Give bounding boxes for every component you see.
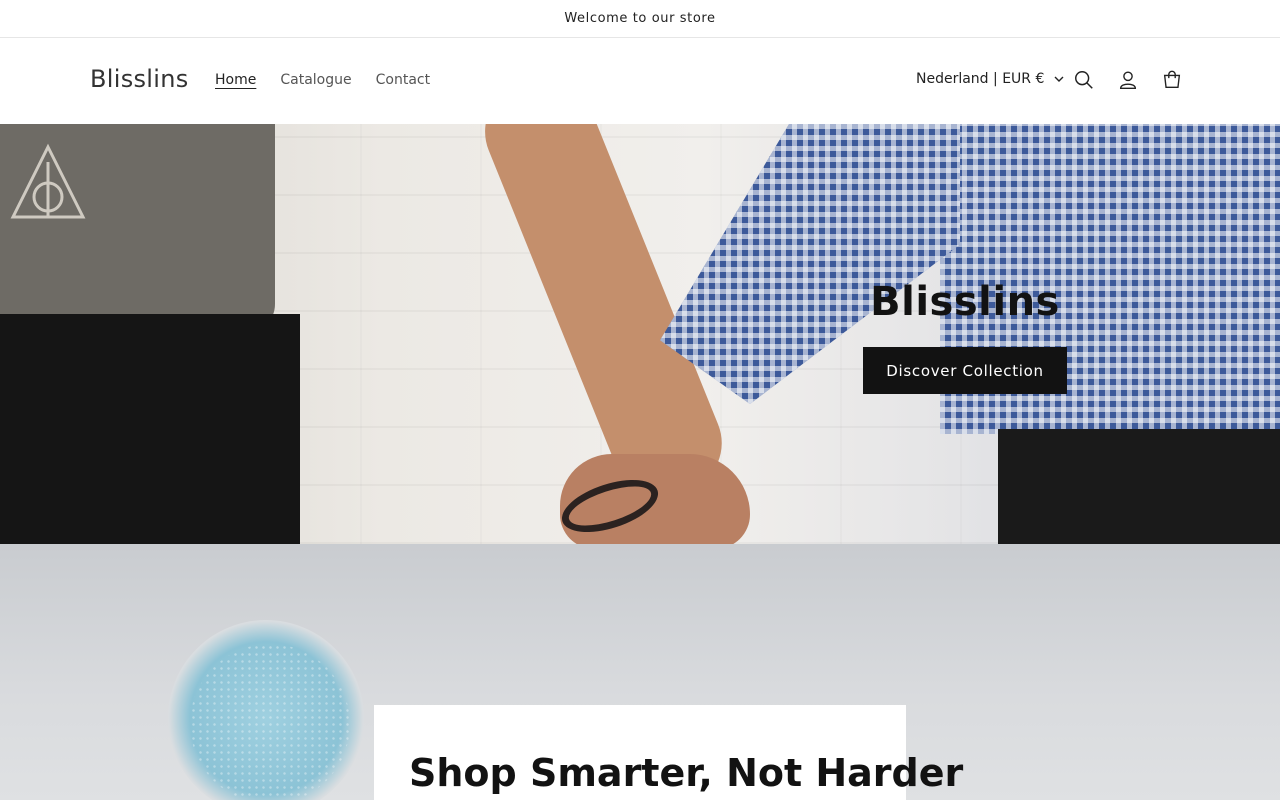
hero-image-pants (998, 429, 1280, 544)
site-header: Blisslins Home Catalogue Contact Nederla… (0, 39, 1280, 124)
account-button[interactable] (1116, 68, 1140, 92)
account-icon (1119, 71, 1137, 89)
promo-title: Shop Smarter, Not Harder (409, 751, 964, 795)
announcement-bar: Welcome to our store (0, 0, 1280, 38)
bath-bomb-texture (190, 644, 350, 800)
promo-section: Shop Smarter, Not Harder (0, 544, 1280, 800)
announcement-text: Welcome to our store (564, 11, 716, 26)
main-nav: Home Catalogue Contact (215, 72, 430, 88)
hero-banner: Blisslins Discover Collection (0, 124, 1280, 544)
discover-collection-button[interactable]: Discover Collection (863, 347, 1067, 394)
cart-icon (1163, 70, 1181, 89)
pendant-image (10, 143, 86, 219)
hero-content: Blisslins Discover Collection (863, 279, 1067, 394)
search-button[interactable] (1072, 68, 1096, 92)
promo-text-card: Shop Smarter, Not Harder (374, 705, 963, 800)
hero-title: Blisslins (870, 279, 1060, 325)
store-logo[interactable]: Blisslins (90, 65, 189, 93)
nav-link-home[interactable]: Home (215, 72, 256, 88)
cart-button[interactable] (1160, 68, 1184, 92)
chevron-down-icon (1054, 76, 1064, 82)
hero-image-left-bottom (0, 314, 300, 544)
nav-link-contact[interactable]: Contact (376, 72, 430, 88)
search-icon (1075, 71, 1093, 89)
nav-link-catalogue[interactable]: Catalogue (280, 72, 351, 88)
country-currency-selector[interactable]: Nederland | EUR € (916, 71, 1064, 87)
localization-label: Nederland | EUR € (916, 71, 1045, 87)
